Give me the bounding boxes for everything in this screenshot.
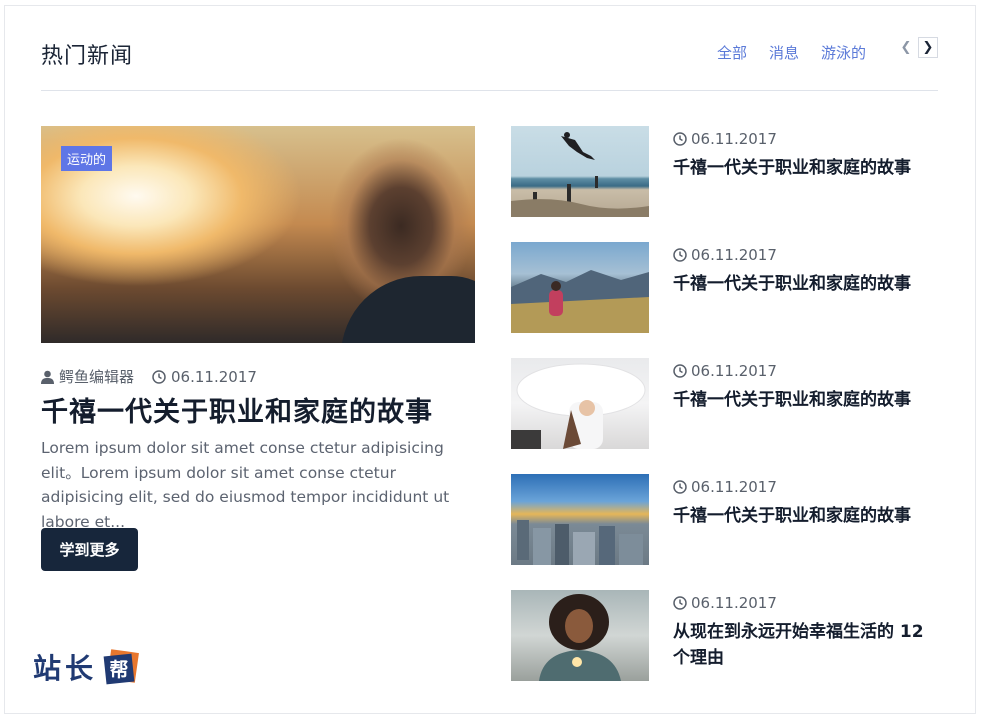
side-title[interactable]: 千禧一代关于职业和家庭的故事 — [673, 155, 943, 181]
tab-swimming[interactable]: 游泳的 — [821, 42, 866, 63]
learn-more-button[interactable]: 学到更多 — [41, 528, 138, 571]
feature-meta: 鳄鱼编辑器 06.11.2017 — [41, 366, 257, 387]
side-thumbnail[interactable] — [511, 242, 649, 333]
site-logo[interactable]: 站长 帮 — [33, 647, 139, 687]
side-title[interactable]: 千禧一代关于职业和家庭的故事 — [673, 503, 943, 529]
category-tabs: 全部 消息 游泳的 — [717, 42, 866, 63]
section-title: 热门新闻 — [41, 44, 134, 69]
clock-icon — [673, 596, 687, 610]
tab-all[interactable]: 全部 — [717, 42, 747, 63]
feature-excerpt: Lorem ipsum dolor sit amet conse ctetur … — [41, 439, 450, 531]
chevron-right-icon[interactable]: ❯ — [918, 37, 938, 58]
side-meta: 06.11.2017 — [673, 594, 777, 612]
side-title[interactable]: 从现在到永远开始幸福生活的 12 个理由 — [673, 619, 943, 671]
side-news-item[interactable]: 06.11.2017 千禧一代关于职业和家庭的故事 — [511, 242, 941, 333]
clock-icon — [673, 480, 687, 494]
side-date: 06.11.2017 — [691, 246, 777, 264]
clock-icon — [152, 369, 166, 384]
side-thumbnail[interactable] — [511, 358, 649, 449]
news-header: 热门新闻 全部 消息 游泳的 ❮ ❯ — [41, 34, 938, 91]
feature-author[interactable]: 鳄鱼编辑器 — [59, 366, 134, 387]
clock-icon — [673, 364, 687, 378]
side-meta: 06.11.2017 — [673, 130, 777, 148]
user-icon — [41, 370, 54, 384]
category-badge[interactable]: 运动的 — [61, 146, 113, 171]
carousel-arrows: ❮ ❯ — [896, 37, 938, 58]
side-date: 06.11.2017 — [691, 594, 777, 612]
side-date: 06.11.2017 — [691, 478, 777, 496]
side-thumbnail[interactable] — [511, 474, 649, 565]
side-meta: 06.11.2017 — [673, 478, 777, 496]
feature-image[interactable]: 运动的 — [41, 126, 475, 343]
logo-text: 站长 — [33, 652, 98, 685]
side-meta: 06.11.2017 — [673, 246, 777, 264]
side-news-item[interactable]: 06.11.2017 从现在到永远开始幸福生活的 12 个理由 — [511, 590, 941, 681]
side-title[interactable]: 千禧一代关于职业和家庭的故事 — [673, 387, 943, 413]
feature-date: 06.11.2017 — [171, 367, 257, 386]
tab-news[interactable]: 消息 — [769, 42, 799, 63]
clock-icon — [673, 248, 687, 262]
side-news-item[interactable]: 06.11.2017 千禧一代关于职业和家庭的故事 — [511, 126, 941, 217]
side-title[interactable]: 千禧一代关于职业和家庭的故事 — [673, 271, 943, 297]
side-meta: 06.11.2017 — [673, 362, 777, 380]
logo-mark-text: 帮 — [110, 658, 129, 681]
side-thumbnail[interactable] — [511, 590, 649, 681]
clock-icon — [673, 132, 687, 146]
feature-title[interactable]: 千禧一代关于职业和家庭的故事 — [41, 390, 433, 429]
side-thumbnail[interactable] — [511, 126, 649, 217]
side-news-item[interactable]: 06.11.2017 千禧一代关于职业和家庭的故事 — [511, 358, 941, 449]
side-date: 06.11.2017 — [691, 130, 777, 148]
chevron-left-icon[interactable]: ❮ — [896, 37, 916, 58]
side-date: 06.11.2017 — [691, 362, 777, 380]
side-news-item[interactable]: 06.11.2017 千禧一代关于职业和家庭的故事 — [511, 474, 941, 565]
logo-mark-icon: 帮 — [103, 649, 139, 685]
